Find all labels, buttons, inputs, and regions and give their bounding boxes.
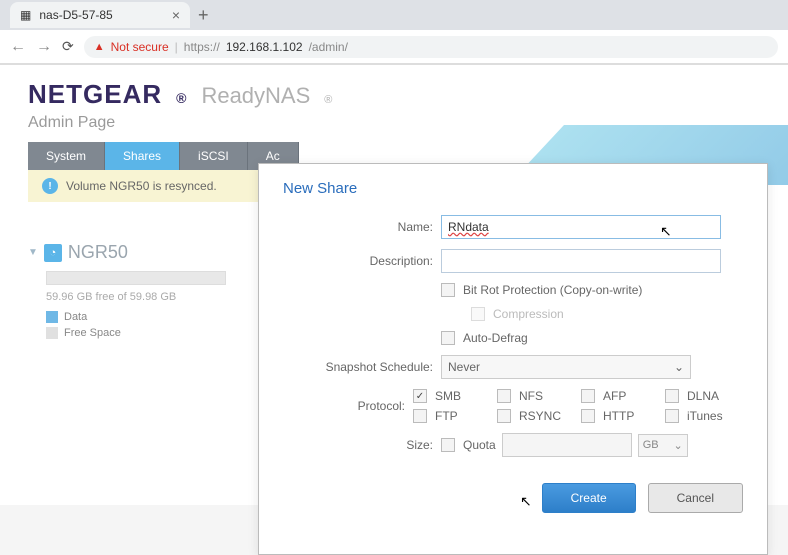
warning-icon: ▲ xyxy=(94,41,105,53)
compression-checkbox xyxy=(471,307,485,321)
back-button[interactable]: ← xyxy=(10,38,26,56)
cancel-button[interactable]: Cancel xyxy=(648,483,743,513)
dialog-title: New Share xyxy=(283,180,743,197)
tab-system[interactable]: System xyxy=(28,142,105,170)
brand-readynas: ReadyNAS xyxy=(201,83,310,109)
cursor-icon: ↖ xyxy=(660,223,672,240)
reload-button[interactable]: ⟳ xyxy=(62,38,74,55)
url-path: /admin/ xyxy=(309,40,348,54)
alert-text: Volume NGR50 is resynced. xyxy=(66,179,217,193)
label-size: Size: xyxy=(283,438,441,452)
forward-button[interactable]: → xyxy=(36,38,52,56)
tab-shares[interactable]: Shares xyxy=(105,142,180,170)
chevron-down-icon: ⌄ xyxy=(674,360,684,374)
url-host: 192.168.1.102 xyxy=(226,40,303,54)
unit-select[interactable]: GB⌄ xyxy=(638,434,688,457)
afp-checkbox[interactable] xyxy=(581,389,595,403)
volume-name[interactable]: NGR50 xyxy=(68,242,128,263)
tab-iscsi[interactable]: iSCSI xyxy=(180,142,248,170)
label-snapshot: Snapshot Schedule: xyxy=(283,360,441,374)
ftp-checkbox[interactable] xyxy=(413,409,427,423)
dlna-checkbox[interactable] xyxy=(665,389,679,403)
label-name: Name: xyxy=(283,220,441,234)
new-share-dialog: New Share Name: RNdata Description: Bit … xyxy=(258,163,768,555)
quota-input[interactable] xyxy=(502,433,632,457)
label-autodefrag: Auto-Defrag xyxy=(463,331,528,345)
snapshot-select[interactable]: Never ⌄ xyxy=(441,355,691,379)
description-input[interactable] xyxy=(441,249,721,273)
security-status: Not secure xyxy=(111,40,169,54)
label-bitrot: Bit Rot Protection (Copy-on-write) xyxy=(463,283,642,297)
name-input[interactable]: RNdata xyxy=(441,215,721,239)
nfs-checkbox[interactable] xyxy=(497,389,511,403)
collapse-icon[interactable]: ▼ xyxy=(28,247,38,258)
browser-tab[interactable]: ▦ nas-D5-57-85 × xyxy=(10,2,190,28)
tab-strip: ▦ nas-D5-57-85 × + xyxy=(0,0,788,30)
new-tab-button[interactable]: + xyxy=(190,5,217,26)
itunes-checkbox[interactable] xyxy=(665,409,679,423)
chevron-down-icon: ⌄ xyxy=(673,439,682,452)
create-button[interactable]: Create xyxy=(542,483,636,513)
smb-checkbox[interactable] xyxy=(413,389,427,403)
cursor-icon: ↖ xyxy=(520,493,532,510)
close-tab-icon[interactable]: × xyxy=(172,7,180,23)
bitrot-checkbox[interactable] xyxy=(441,283,455,297)
label-compression: Compression xyxy=(493,307,564,321)
page-icon: ▦ xyxy=(20,8,31,22)
rsync-checkbox[interactable] xyxy=(497,409,511,423)
label-description: Description: xyxy=(283,254,441,268)
quota-checkbox[interactable] xyxy=(441,438,455,452)
info-icon: ! xyxy=(42,178,58,194)
tab-title: nas-D5-57-85 xyxy=(39,8,112,22)
url-protocol: https:// xyxy=(184,40,220,54)
brand-netgear: NETGEAR xyxy=(28,79,162,110)
autodefrag-checkbox[interactable] xyxy=(441,331,455,345)
volume-icon: ◔ xyxy=(44,244,62,262)
address-bar[interactable]: ▲ Not secure | https://192.168.1.102/adm… xyxy=(84,36,778,58)
label-protocol: Protocol: xyxy=(283,399,413,413)
http-checkbox[interactable] xyxy=(581,409,595,423)
volume-usage-bar xyxy=(46,271,226,285)
